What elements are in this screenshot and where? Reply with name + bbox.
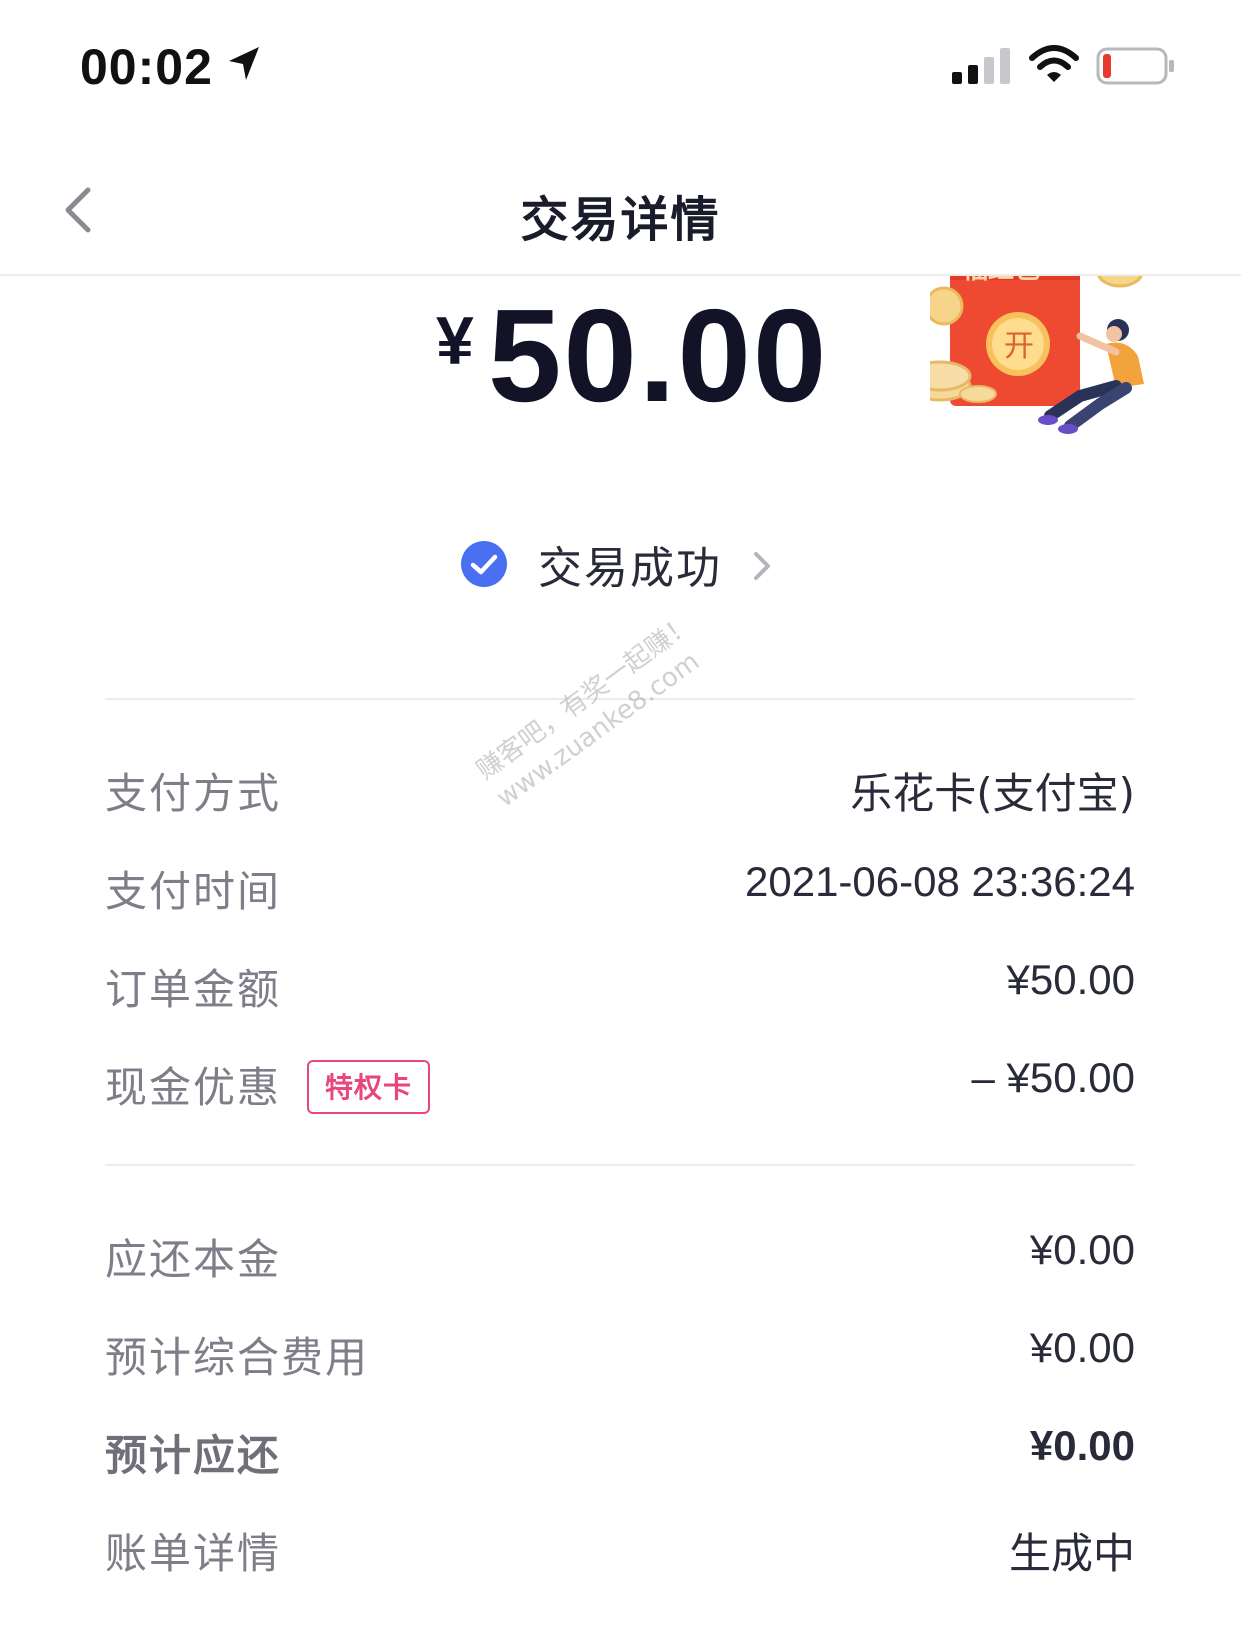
fee-label: 预计综合费用 — [105, 1333, 370, 1382]
payment-time-value: 2021-06-08 23:36:24 — [745, 858, 1135, 905]
battery-icon — [1096, 47, 1174, 85]
payment-method-label: 支付方式 — [105, 769, 282, 818]
order-amount-label: 订单金额 — [105, 965, 282, 1014]
fee-value: ¥0.00 — [1029, 1324, 1135, 1371]
principal-value: ¥0.00 — [1029, 1226, 1135, 1273]
principal-row: 应还本金 ¥0.00 — [105, 1226, 1135, 1296]
order-amount-value: ¥50.00 — [1006, 956, 1135, 1003]
bill-detail-label: 账单详情 — [105, 1529, 282, 1578]
cash-discount-label: 现金优惠 — [105, 1063, 282, 1112]
cash-discount-value: – ¥50.00 — [971, 1054, 1136, 1101]
total-repay-row: 预计应还 ¥0.00 — [105, 1422, 1135, 1492]
chevron-right-icon — [754, 552, 770, 580]
check-circle-icon — [461, 541, 507, 587]
red-packet-illustration: 福红包 开 — [930, 276, 1144, 434]
status-text: 交易成功 — [538, 543, 722, 594]
payment-time-row: 支付时间 2021-06-08 23:36:24 — [105, 858, 1135, 928]
status-time: 00:02 — [80, 39, 213, 95]
page-title: 交易详情 — [520, 192, 721, 248]
red-packet-promo[interactable]: 福红包 开 — [930, 276, 1212, 446]
total-repay-label: 预计应还 — [105, 1431, 282, 1480]
payment-method-row: 支付方式 乐花卡(支付宝) — [105, 760, 1135, 830]
total-repay-value: ¥0.00 — [1029, 1422, 1135, 1469]
bill-detail-value: 生成中 — [1008, 1529, 1135, 1578]
nav-bar: 交易详情 — [0, 150, 1241, 276]
amount-currency: ¥ — [436, 303, 474, 379]
amount-value: 50.00 — [488, 282, 829, 429]
status-bar: 00:02 — [0, 0, 1241, 130]
location-arrow-icon — [229, 47, 259, 80]
payment-time-label: 支付时间 — [105, 867, 282, 916]
wifi-icon — [1029, 45, 1079, 82]
divider — [105, 1164, 1135, 1166]
fee-row: 预计综合费用 ¥0.00 — [105, 1324, 1135, 1394]
bill-detail-row[interactable]: 账单详情 生成中 — [105, 1520, 1135, 1590]
payment-method-value: 乐花卡(支付宝) — [850, 769, 1135, 818]
divider — [105, 698, 1135, 700]
order-amount-row: 订单金额 ¥50.00 — [105, 956, 1135, 1026]
cash-discount-row: 现金优惠 特权卡 – ¥50.00 — [105, 1054, 1135, 1124]
principal-label: 应还本金 — [105, 1235, 282, 1284]
promo-open-text: 开 — [1004, 329, 1034, 364]
signal-icon — [952, 48, 1010, 84]
promo-banner-text: 福红包 — [961, 276, 1040, 285]
privilege-card-badge[interactable]: 特权卡 — [307, 1060, 431, 1114]
